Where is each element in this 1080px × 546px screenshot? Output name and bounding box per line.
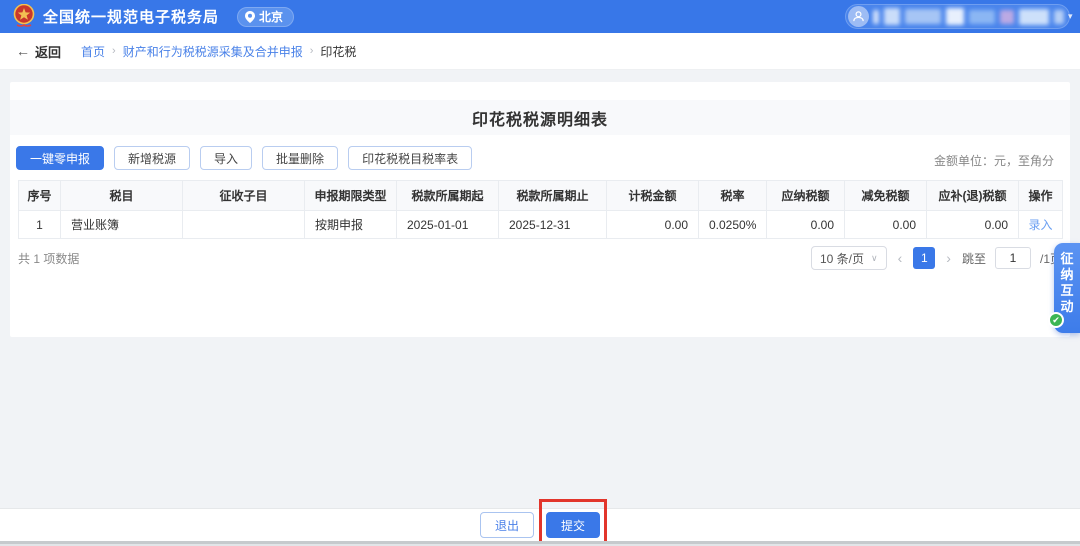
back-button[interactable]: ← 返回 [16,42,61,61]
add-tax-source-button[interactable]: 新增税源 [114,146,190,170]
content-card: 印花税税源明细表 一键零申报 新增税源 导入 批量删除 印花税税目税率表 金额单… [10,82,1070,337]
pagination-row: 共 1 项数据 10 条/页 ∨ ‹ 1 › 跳至 /1页 [18,246,1062,270]
submit-wrap: 提交 [546,512,600,538]
brand: 全国统一规范电子税务局 北京 [12,4,294,29]
chevron-down-icon: ▾ [1068,11,1073,22]
location-pin-icon [245,11,255,23]
cell-tax-rate: 0.0250% [699,211,767,239]
back-label: 返回 [35,42,61,61]
jump-page-input[interactable] [995,247,1031,269]
total-count-text: 共 1 项数据 [18,250,79,267]
pagination: 10 条/页 ∨ ‹ 1 › 跳至 /1页 [811,246,1062,270]
user-info-redacted [873,8,1064,25]
page-size-value: 10 条/页 [820,250,864,267]
breadcrumb-separator-icon: › [310,45,314,57]
breadcrumb-item-home[interactable]: 首页 [81,43,105,60]
cell-sub-item [183,211,305,239]
exit-button[interactable]: 退出 [480,512,534,538]
cell-tax-reduction: 0.00 [845,211,927,239]
tax-interaction-tab[interactable]: 征纳互动 ✔ [1054,243,1080,333]
col-period-end: 税款所属期止 [499,181,607,211]
prev-page-button[interactable]: ‹ [896,250,905,266]
col-tax-rate: 税率 [699,181,767,211]
current-page-button[interactable]: 1 [913,247,935,269]
import-button[interactable]: 导入 [200,146,252,170]
amount-unit-note: 金额单位：元，至角分 [934,152,1054,169]
col-seq: 序号 [19,181,61,211]
one-click-zero-declare-button[interactable]: 一键零申报 [16,146,104,170]
title-band: 印花税税源明细表 [10,100,1070,135]
cell-taxable-amount: 0.00 [607,211,699,239]
next-page-button[interactable]: › [944,250,953,266]
row-enter-link[interactable]: 录入 [1028,218,1052,232]
cell-tax-payable: 0.00 [767,211,845,239]
cell-period-end: 2025-12-31 [499,211,607,239]
breadcrumb: 首页 › 财产和行为税税源采集及合并申报 › 印花税 [81,43,356,60]
breadcrumb-item-collection[interactable]: 财产和行为税税源采集及合并申报 [123,43,303,60]
toolbar: 一键零申报 新增税源 导入 批量删除 印花税税目税率表 [16,146,472,170]
interaction-chat-icon: ✔ [1048,312,1064,328]
col-period-start: 税款所属期起 [397,181,499,211]
footer-action-bar: 退出 提交 [0,508,1080,541]
tax-source-table: 序号 税目 征收子目 申报期限类型 税款所属期起 税款所属期止 计税金额 税率 … [18,180,1063,239]
jump-to-label: 跳至 [962,250,986,267]
tax-interaction-label: 征纳互动 [1060,251,1074,315]
col-tax-item: 税目 [61,181,183,211]
app-title: 全国统一规范电子税务局 [43,6,219,27]
page-size-select[interactable]: 10 条/页 ∨ [811,246,887,270]
cell-seq: 1 [19,211,61,239]
col-taxable-amount: 计税金额 [607,181,699,211]
cell-period-type: 按期申报 [305,211,397,239]
submit-button[interactable]: 提交 [546,512,600,538]
breadcrumb-separator-icon: › [112,45,116,57]
cell-tax-item: 营业账簿 [61,211,183,239]
back-arrow-icon: ← [16,43,30,59]
col-period-type: 申报期限类型 [305,181,397,211]
stamp-tax-rate-table-button[interactable]: 印花税税目税率表 [348,146,472,170]
app-header: 全国统一规范电子税务局 北京 ▾ [0,0,1080,33]
breadcrumb-bar: ← 返回 首页 › 财产和行为税税源采集及合并申报 › 印花税 [0,33,1080,70]
user-avatar-icon [848,6,869,27]
location-label: 北京 [259,8,283,25]
col-tax-reduction: 减免税额 [845,181,927,211]
select-caret-icon: ∨ [871,253,878,264]
cell-tax-due: 0.00 [927,211,1019,239]
location-badge[interactable]: 北京 [237,7,294,27]
cell-period-start: 2025-01-01 [397,211,499,239]
col-tax-payable: 应纳税额 [767,181,845,211]
breadcrumb-item-current: 印花税 [320,43,356,60]
batch-delete-button[interactable]: 批量删除 [262,146,338,170]
national-emblem-logo [12,4,35,29]
table-header-row: 序号 税目 征收子目 申报期限类型 税款所属期起 税款所属期止 计税金额 税率 … [19,181,1063,211]
page-title: 印花税税源明细表 [472,106,608,130]
table-row: 1 营业账簿 按期申报 2025-01-01 2025-12-31 0.00 0… [19,211,1063,239]
col-action: 操作 [1019,181,1063,211]
col-sub-item: 征收子目 [183,181,305,211]
col-tax-due: 应补(退)税额 [927,181,1019,211]
user-menu[interactable]: ▾ [845,4,1070,29]
